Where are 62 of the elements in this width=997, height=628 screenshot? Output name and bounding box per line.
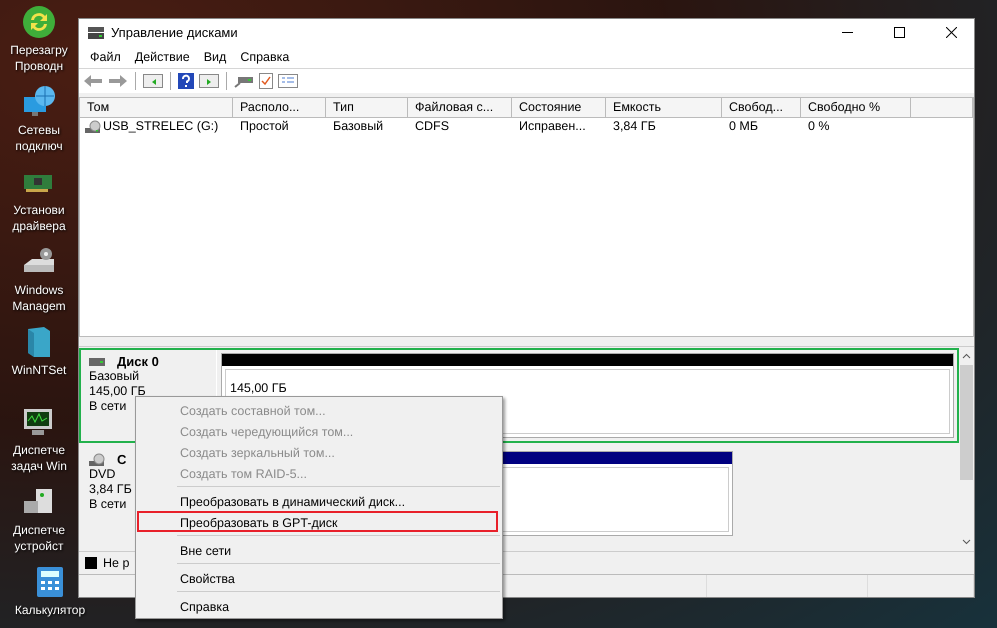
close-icon xyxy=(946,27,956,38)
scroll-down-icon[interactable] xyxy=(962,539,971,545)
column-header[interactable]: Тип xyxy=(326,98,408,117)
table-cell-text: Базовый xyxy=(332,118,384,135)
disk-type: Базовый xyxy=(89,369,140,384)
desktop-icon-label[interactable]: Установи драйвера xyxy=(12,202,66,234)
table-cell-text: Исправен... xyxy=(518,118,587,135)
column-header[interactable]: Состояние xyxy=(512,98,606,117)
column-header[interactable]: Располо... xyxy=(233,98,326,117)
drive-icon[interactable] xyxy=(234,74,254,88)
desktop-icon-label[interactable]: Windows Managem xyxy=(12,282,66,314)
window-title: Управление дисками xyxy=(111,25,238,40)
desktop-icon-label[interactable]: Диспетче задач Win xyxy=(11,442,67,474)
table-cell-text: CDFS xyxy=(414,118,450,135)
help-icon[interactable] xyxy=(178,73,194,89)
menu-item[interactable]: Справка xyxy=(233,50,296,64)
context-menu-item[interactable]: Преобразовать в GPT-диск xyxy=(137,511,498,532)
column-header[interactable]: Свобод... xyxy=(722,98,801,117)
network-icon[interactable] xyxy=(22,85,56,119)
desktop-icon-label[interactable]: Диспетче устройст xyxy=(12,522,66,554)
desktop-icon-label[interactable]: Сетевы подключ xyxy=(15,122,63,154)
disk-size: 145,00 ГБ xyxy=(89,384,146,399)
checklist-icon[interactable] xyxy=(278,74,298,88)
disc-drive-icon xyxy=(89,452,105,466)
disk-status: В сети xyxy=(89,497,126,512)
disk-type: DVD xyxy=(89,467,116,482)
context-menu-item[interactable]: Вне сети xyxy=(137,539,498,560)
disk-management-icon xyxy=(87,26,105,40)
panel-icon[interactable] xyxy=(143,74,163,88)
table-cell: USB_STRELEC (G:) xyxy=(80,118,233,135)
menu-item[interactable]: Файл xyxy=(83,50,128,64)
disk-size: 3,84 ГБ xyxy=(89,482,132,497)
table-cell-text: 0 % xyxy=(807,118,831,135)
refresh-icon[interactable] xyxy=(22,5,56,39)
disk-name: C xyxy=(117,452,126,467)
desktop-icon-label[interactable]: WinNTSet xyxy=(12,362,66,378)
menu-item[interactable]: Вид xyxy=(196,50,234,64)
hard-drive-icon xyxy=(89,358,105,366)
desktop-icon-label[interactable]: Калькулятор xyxy=(14,602,86,618)
column-header[interactable]: Том xyxy=(80,98,233,117)
desktop-icon-label[interactable]: Перезагру Проводн xyxy=(10,42,68,74)
column-header[interactable]: Емкость xyxy=(606,98,722,117)
column-header[interactable]: Свободно % xyxy=(801,98,911,117)
back-arrow-icon[interactable] xyxy=(83,74,103,88)
context-menu-item[interactable]: Свойства xyxy=(137,567,498,588)
context-menu-item[interactable]: Преобразовать в динамический диск... xyxy=(137,490,498,511)
table-cell-text: 0 МБ xyxy=(728,118,760,135)
forward-arrow-icon[interactable] xyxy=(108,74,128,88)
column-header[interactable]: Файловая с... xyxy=(408,98,512,117)
table-cell-text: 3,84 ГБ xyxy=(612,118,657,135)
panel-icon[interactable] xyxy=(199,74,219,88)
legend-label: Не р xyxy=(103,556,130,570)
scroll-up-icon[interactable] xyxy=(962,353,971,359)
context-menu-item[interactable]: Справка xyxy=(137,595,498,616)
disk-name: Диск 0 xyxy=(117,354,159,369)
checked-document-icon[interactable] xyxy=(259,73,273,89)
maximize-icon xyxy=(894,27,904,38)
table-cell-text: Простой xyxy=(239,118,290,135)
disc-drive-icon xyxy=(85,120,101,134)
partition-size: 145,00 ГБ xyxy=(230,381,287,395)
menu-item[interactable]: Действие xyxy=(128,50,197,64)
disk-status: В сети xyxy=(89,399,126,414)
